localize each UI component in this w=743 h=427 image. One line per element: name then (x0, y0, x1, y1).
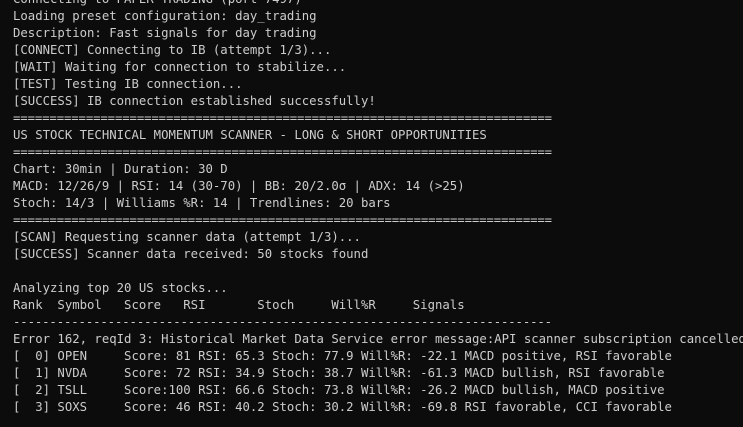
terminal-window[interactable]: Connecting to PAPER TRADING (port 7497) … (0, 0, 743, 418)
terminal-line-error: Error 162, reqId 3: Historical Market Da… (13, 332, 743, 346)
terminal-line-test: [TEST] Testing IB connection... (13, 77, 243, 91)
terminal-line-scan: [SCAN] Requesting scanner data (attempt … (13, 230, 361, 244)
terminal-line-chart-settings: Chart: 30min | Duration: 30 D (13, 162, 228, 176)
terminal-line-success-scanner: [SUCCESS] Scanner data received: 50 stoc… (13, 247, 369, 261)
terminal-line-indicator-settings: MACD: 12/26/9 | RSI: 14 (30-70) | BB: 20… (13, 179, 465, 193)
terminal-line-stoch-settings: Stoch: 14/3 | Williams %R: 14 | Trendlin… (13, 196, 391, 210)
table-row: [ 3] SOXS Score: 46 RSI: 40.2 Stoch: 30.… (13, 400, 672, 414)
table-row: [ 2] TSLL Score:100 RSI: 66.6 Stoch: 73.… (13, 383, 665, 397)
table-row: [ 0] OPEN Score: 81 RSI: 65.3 Stoch: 77.… (13, 349, 672, 363)
terminal-line-description: Description: Fast signals for day tradin… (13, 26, 317, 40)
separator-line: ========================================… (13, 111, 552, 125)
separator-line: ========================================… (13, 213, 552, 227)
terminal-line-loading-preset: Loading preset configuration: day_tradin… (13, 9, 317, 23)
table-row: [ 1] NVDA Score: 72 RSI: 34.9 Stoch: 38.… (13, 366, 665, 380)
terminal-line-analyzing: Analyzing top 20 US stocks... (13, 281, 228, 295)
terminal-line-wait: [WAIT] Waiting for connection to stabili… (13, 60, 347, 74)
table-separator: ----------------------------------------… (13, 315, 552, 329)
terminal-line-connect: [CONNECT] Connecting to IB (attempt 1/3)… (13, 43, 332, 57)
separator-line: ========================================… (13, 145, 552, 159)
terminal-line-success-ib: [SUCCESS] IB connection established succ… (13, 94, 376, 108)
table-header: Rank Symbol Score RSI Stoch Will%R Signa… (13, 298, 465, 312)
terminal-line-connecting: Connecting to PAPER TRADING (port 7497) (13, 0, 743, 8)
scanner-title: US STOCK TECHNICAL MOMENTUM SCANNER - LO… (13, 128, 487, 142)
